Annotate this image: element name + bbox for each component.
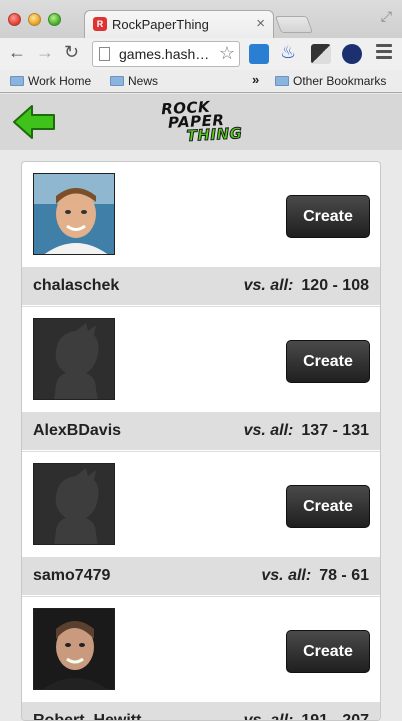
- bookmark-label: Work Home: [28, 74, 92, 88]
- player-name[interactable]: chalaschek: [33, 277, 119, 295]
- speed-dial-icon[interactable]: [342, 44, 362, 64]
- player-record: vs. all: 191 - 207: [243, 712, 369, 721]
- player-record: vs. all: 78 - 61: [261, 567, 369, 585]
- bookmark-label: News: [128, 74, 159, 88]
- record-score: 191 - 207: [301, 712, 369, 721]
- address-text[interactable]: games.hash…: [119, 46, 209, 62]
- tab-title: RockPaperThing: [112, 17, 209, 32]
- rock-paper-thing-logo: ROCK PAPER THING: [159, 96, 251, 151]
- folder-icon: [275, 76, 289, 86]
- player-name[interactable]: Robert_Hewitt: [33, 712, 141, 720]
- record-score: 137 - 131: [301, 422, 369, 439]
- window-titlebar: R RockPaperThing × ⤢: [0, 0, 402, 38]
- avatar: [33, 318, 115, 400]
- create-button[interactable]: Create: [286, 340, 370, 383]
- bookmark-news[interactable]: News: [110, 74, 158, 88]
- bookmark-other-bookmarks[interactable]: Other Bookmarks: [275, 74, 386, 88]
- bookmark-star-icon[interactable]: ☆: [219, 43, 235, 64]
- create-button[interactable]: Create: [286, 195, 370, 238]
- player-card: Create AlexBDavis vs. all: 137 - 131: [22, 307, 380, 452]
- player-list: Create chalaschek vs. all: 120 - 108 Crea…: [21, 161, 381, 721]
- address-bar[interactable]: games.hash… ☆: [92, 41, 240, 67]
- bookmarks-bar: Work Home News » Other Bookmarks: [0, 70, 402, 93]
- vs-label: vs. all:: [243, 422, 294, 439]
- player-stats-bar: chalaschek vs. all: 120 - 108: [22, 267, 380, 305]
- player-name[interactable]: samo7479: [33, 567, 110, 585]
- create-button[interactable]: Create: [286, 485, 370, 528]
- vs-label: vs. all:: [261, 567, 312, 584]
- folder-icon: [110, 76, 124, 86]
- bookmark-label: Other Bookmarks: [293, 74, 387, 88]
- vs-label: vs. all:: [243, 277, 294, 294]
- reload-icon[interactable]: ↻: [64, 42, 79, 63]
- avatar: [33, 173, 115, 255]
- avatar-photo-icon: [34, 609, 114, 689]
- tab-close-icon[interactable]: ×: [256, 15, 265, 32]
- extension-blue-icon[interactable]: [249, 44, 269, 64]
- window-maximize-button[interactable]: [48, 13, 61, 26]
- folder-icon: [10, 76, 24, 86]
- avatar-photo-icon: [34, 174, 114, 254]
- player-card: Create Robert_Hewitt vs. all: 191 - 207: [22, 597, 380, 721]
- record-score: 78 - 61: [319, 567, 369, 584]
- back-icon[interactable]: ←: [8, 42, 26, 63]
- green-left-arrow-icon[interactable]: [12, 104, 56, 140]
- app-header: ROCK PAPER THING: [0, 94, 402, 150]
- silhouette-avatar-icon: [34, 319, 114, 399]
- checker-icon[interactable]: [311, 44, 331, 64]
- new-tab-button[interactable]: [274, 16, 314, 33]
- favicon-icon: R: [93, 17, 107, 31]
- browser-toolbar: ← → ↻ games.hash… ☆ ♨: [0, 38, 402, 70]
- player-card: Create samo7479 vs. all: 78 - 61: [22, 452, 380, 597]
- player-stats-bar: AlexBDavis vs. all: 137 - 131: [22, 412, 380, 450]
- vs-label: vs. all:: [243, 712, 294, 721]
- bookmarks-overflow-icon[interactable]: »: [252, 72, 259, 87]
- menu-icon[interactable]: [376, 44, 392, 62]
- avatar: [33, 463, 115, 545]
- record-score: 120 - 108: [301, 277, 369, 294]
- avatar: [33, 608, 115, 690]
- bookmark-work-home[interactable]: Work Home: [10, 74, 91, 88]
- player-name[interactable]: AlexBDavis: [33, 422, 121, 440]
- player-card: Create chalaschek vs. all: 120 - 108: [22, 162, 380, 307]
- window-close-button[interactable]: [8, 13, 21, 26]
- forward-icon[interactable]: →: [36, 42, 54, 63]
- logo-thing: THING: [186, 124, 244, 146]
- player-record: vs. all: 120 - 108: [244, 277, 369, 295]
- player-stats-bar: Robert_Hewitt vs. all: 191 - 207: [22, 702, 380, 721]
- silhouette-avatar-icon: [34, 464, 114, 544]
- player-stats-bar: samo7479 vs. all: 78 - 61: [22, 557, 380, 595]
- flame-icon[interactable]: ♨: [280, 42, 300, 62]
- browser-tab[interactable]: R RockPaperThing ×: [84, 10, 274, 38]
- window-minimize-button[interactable]: [28, 13, 41, 26]
- player-record: vs. all: 137 - 131: [244, 422, 369, 440]
- page-icon: [99, 47, 110, 61]
- fullscreen-icon[interactable]: ⤢: [381, 8, 392, 25]
- create-button[interactable]: Create: [286, 630, 370, 673]
